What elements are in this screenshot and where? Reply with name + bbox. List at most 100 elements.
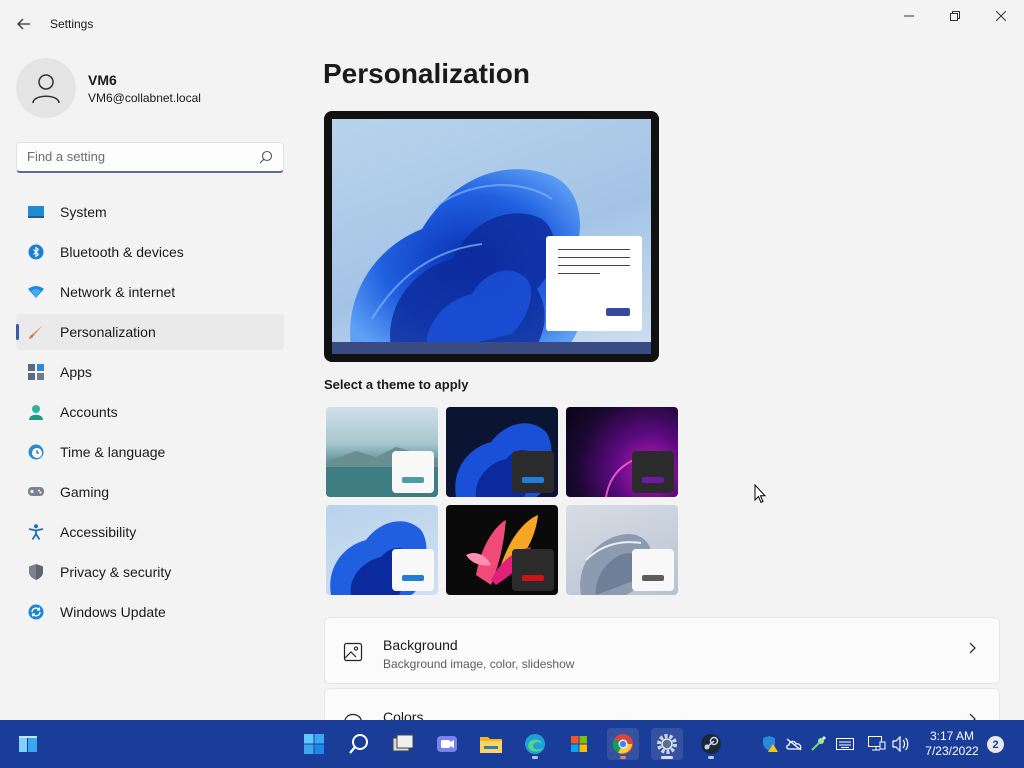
tray-onedrive[interactable] [785,735,803,753]
settings-button[interactable] [651,728,683,760]
sidebar-item-apps[interactable]: Apps [16,354,284,390]
sidebar-item-privacy[interactable]: Privacy & security [16,554,284,590]
avatar [16,58,76,118]
sidebar-item-label: Accessibility [60,524,137,540]
person-icon [32,74,60,104]
file-explorer-button[interactable] [475,728,507,760]
search-icon[interactable] [259,150,273,164]
apps-icon [28,364,44,380]
close-button[interactable] [978,0,1024,32]
tray-defender[interactable] [761,735,779,753]
sidebar-item-accounts[interactable]: Accounts [16,394,284,430]
user-profile[interactable]: VM6 VM6@collabnet.local [16,58,286,118]
theme-accent [402,477,424,483]
taskbar-clock[interactable]: 3:17 AM 7/23/2022 [920,729,984,759]
sidebar-item-system[interactable]: System [16,194,284,230]
chrome-button[interactable] [607,728,639,760]
back-button[interactable] [12,12,36,36]
running-indicator [708,756,714,759]
taskbar-search-button[interactable] [343,728,375,760]
sidebar-item-network[interactable]: Network & internet [16,274,284,310]
file-explorer-icon [480,737,502,753]
tray-volume[interactable] [892,735,910,753]
sidebar-item-label: Windows Update [60,604,166,620]
clock-date: 7/23/2022 [925,744,979,758]
theme-bloom-light[interactable] [326,505,438,595]
theme-mini-window [392,451,434,493]
steam-icon [701,734,721,754]
tray-network[interactable] [868,735,886,753]
paintbrush-icon [28,324,44,340]
title-bar: Settings [0,0,1024,48]
theme-accent [642,575,664,581]
theme-mini-window [512,451,554,493]
minimize-icon [904,15,914,17]
sidebar-item-label: Bluetooth & devices [60,244,184,260]
preview-desktop [332,119,651,354]
close-icon [996,11,1006,21]
theme-captured-motion[interactable] [446,505,558,595]
sidebar-item-label: Accounts [60,404,118,420]
accessibility-icon [28,524,44,540]
theme-accent [522,477,544,483]
settings-icon [657,734,677,754]
theme-mini-window [632,549,674,591]
defender-warning-icon [763,736,778,752]
task-view-button[interactable] [387,728,419,760]
start-button[interactable] [12,728,44,760]
search-input[interactable] [17,143,237,170]
sidebar-item-label: Apps [60,364,92,380]
theme-mini-window [512,549,554,591]
maximize-icon [950,11,960,21]
update-icon [28,604,44,620]
onedrive-icon [786,738,802,751]
page-title: Personalization [323,58,530,89]
running-indicator [532,756,538,759]
back-arrow-icon [17,18,30,30]
windows-start-icon [304,734,324,754]
sidebar-item-label: Personalization [60,324,156,340]
tray-network-tool[interactable] [809,735,827,753]
teams-chat-button[interactable] [431,728,463,760]
theme-accent [642,477,664,483]
sidebar-item-accessibility[interactable]: Accessibility [16,514,284,550]
maximize-button[interactable] [932,0,978,32]
theme-lake[interactable] [326,407,438,497]
sidebar-item-windows-update[interactable]: Windows Update [16,594,284,630]
teams-chat-icon [437,736,457,752]
account-icon [28,404,44,420]
microsoft-store-button[interactable] [563,728,595,760]
theme-bloom-dark[interactable] [446,407,558,497]
edge-button[interactable] [519,728,551,760]
background-card[interactable]: Background Background image, color, slid… [324,617,1000,684]
card-title: Background [383,637,458,653]
sidebar-item-label: Time & language [60,444,166,460]
clock-globe-icon [28,444,44,460]
sidebar-item-label: System [60,204,107,220]
sidebar-item-gaming[interactable]: Gaming [16,474,284,510]
theme-accent [522,575,544,581]
theme-glow[interactable] [566,407,678,497]
sidebar-item-time-language[interactable]: Time & language [16,434,284,470]
search-icon [349,734,368,754]
preview-line [558,265,630,266]
theme-mini-window [392,549,434,591]
card-subtitle: Background image, color, slideshow [383,657,575,671]
preview-taskbar [332,342,651,354]
theme-flow[interactable] [566,505,678,595]
bluetooth-icon [28,244,44,260]
microsoft-store-icon [571,736,587,752]
notification-badge[interactable]: 2 [987,736,1004,753]
minimize-button[interactable] [886,0,932,32]
steam-button[interactable] [695,728,727,760]
taskbar-start-button[interactable] [298,728,330,760]
running-indicator [661,756,673,759]
sidebar-item-personalization[interactable]: Personalization [16,314,284,350]
preview-line [558,249,630,250]
preview-window [546,236,642,331]
theme-preview [324,111,659,362]
sidebar-item-bluetooth[interactable]: Bluetooth & devices [16,234,284,270]
tray-keyboard[interactable] [836,735,854,753]
clock-time: 3:17 AM [929,729,975,743]
running-indicator [620,756,626,759]
